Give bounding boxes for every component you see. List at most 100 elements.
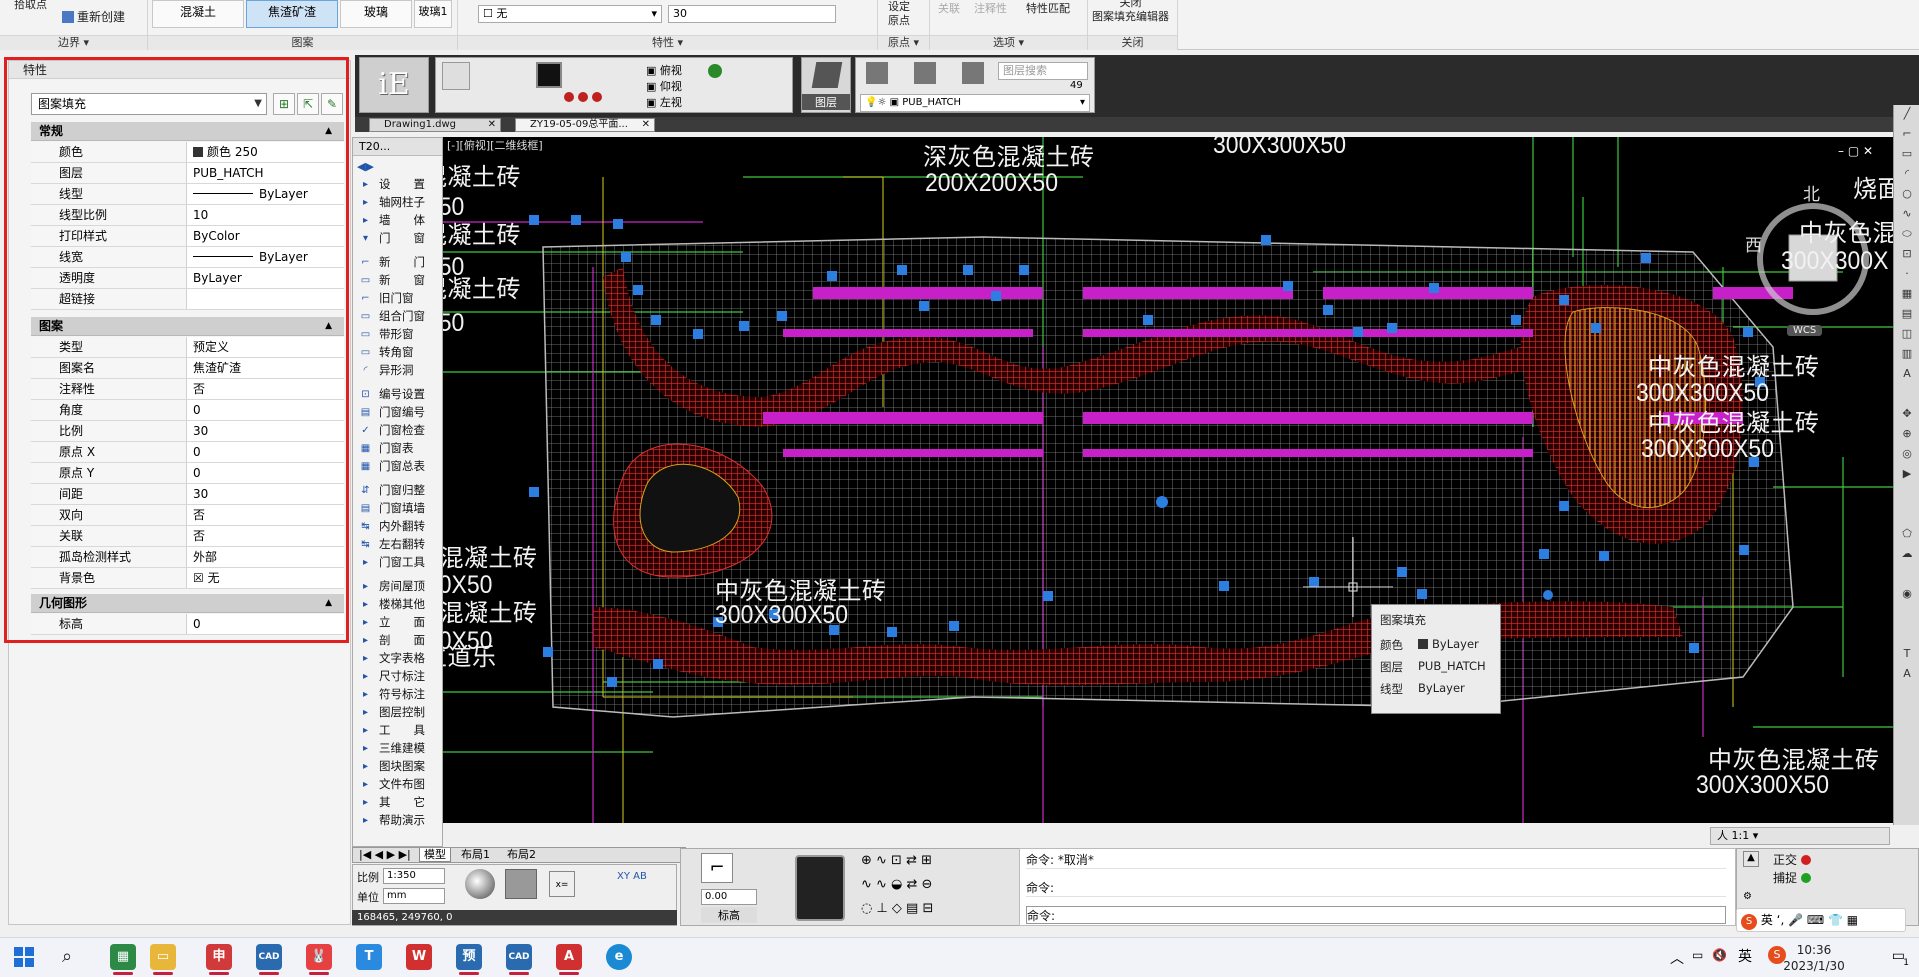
property-row-pattern-8[interactable]: 双向否 xyxy=(31,505,344,526)
property-value[interactable]: 0 xyxy=(189,614,344,634)
draw-line-icon[interactable]: ╱ xyxy=(1899,107,1915,123)
t20-menu-item[interactable]: ↹ 内外翻转 xyxy=(355,518,441,535)
rabbit-app-icon[interactable]: 🐰 xyxy=(306,944,332,975)
property-value[interactable]: ByLayer xyxy=(189,184,344,204)
brush-icon[interactable] xyxy=(442,62,470,90)
point-icon[interactable]: · xyxy=(1899,267,1915,283)
property-value[interactable]: 10 xyxy=(189,205,344,225)
t20-menu-item[interactable]: ▸ 立 面 xyxy=(355,614,441,631)
ribbon-group-title-origin[interactable]: 原点 ▾ xyxy=(878,35,929,50)
t20-menu-item[interactable]: ▦ 门窗表 xyxy=(355,440,441,457)
property-value[interactable]: 0 xyxy=(189,400,344,420)
command-input[interactable]: 命令: xyxy=(1026,906,1726,924)
t20-menu-item[interactable]: ◜ 异形洞 xyxy=(355,362,441,379)
property-row-pattern-9[interactable]: 关联否 xyxy=(31,526,344,547)
tab-layout2[interactable]: 布局2 xyxy=(503,848,540,862)
polyline-icon[interactable]: ⌐ xyxy=(1899,127,1915,143)
property-value[interactable]: ByColor xyxy=(189,226,344,246)
current-layer-select[interactable]: 💡☼ ▣ PUB_HATCH ▾ xyxy=(860,94,1090,112)
t20-menu-item[interactable]: ⇵ 门窗归整 xyxy=(355,482,441,499)
text-icon[interactable]: T xyxy=(1899,647,1915,663)
ribbon-group-title-boundary[interactable]: 边界 ▾ xyxy=(0,35,147,50)
property-value[interactable]: ByLayer xyxy=(189,268,344,288)
spline-icon[interactable]: ∿ xyxy=(1899,207,1915,223)
unit-select[interactable]: mm xyxy=(383,888,445,904)
doc-tab-drawing1[interactable]: Drawing1.dwg ✕ xyxy=(369,118,501,132)
property-row-pattern-6[interactable]: 原点 Y 0 xyxy=(31,463,344,484)
view-left-button[interactable]: ▣ 左视 xyxy=(646,94,682,110)
select-objects-icon[interactable]: ⇱ xyxy=(297,93,319,115)
property-row-pattern-5[interactable]: 原点 X 0 xyxy=(31,442,344,463)
section-general[interactable]: 常规 ▲ xyxy=(31,122,344,141)
app-red-icon[interactable]: 申 xyxy=(206,944,232,975)
t20-menu-item[interactable]: ▸ 三维建模 xyxy=(355,740,441,757)
pattern-swatch-3[interactable]: 玻璃 xyxy=(340,0,412,28)
t20-menu-item[interactable]: ⊡ 编号设置 xyxy=(355,386,441,403)
globe-icon[interactable] xyxy=(465,869,495,899)
property-value[interactable]: 否 xyxy=(189,505,344,525)
object-type-select[interactable]: 图案填充 ▼ xyxy=(31,93,267,115)
property-value[interactable]: PUB_HATCH xyxy=(189,163,344,183)
stop-icon[interactable] xyxy=(592,92,602,102)
property-value[interactable]: 颜色 250 xyxy=(189,142,344,162)
property-row-general-7[interactable]: 超链接 xyxy=(31,289,344,310)
region-icon[interactable]: ◫ xyxy=(1899,327,1915,343)
wcs-menu[interactable]: WCS xyxy=(1787,325,1823,336)
t20-menu-item[interactable]: ▭ 带形窗 xyxy=(355,326,441,343)
section-geometry[interactable]: 几何图形 ▲ xyxy=(31,594,344,613)
t20-menu-item[interactable]: ⌐ 新 门 xyxy=(355,254,441,271)
ellipse-icon[interactable]: ⬭ xyxy=(1899,227,1915,243)
polygon-icon[interactable]: ⬠ xyxy=(1899,527,1915,543)
t20-menu-item[interactable]: ▸ 帮助演示 xyxy=(355,812,441,829)
t20-menu-item[interactable]: ▸ 其 它 xyxy=(355,794,441,811)
annotative-button[interactable]: 注释性 xyxy=(974,0,1007,16)
property-row-general-5[interactable]: 线宽 ByLayer xyxy=(31,247,344,268)
layer-button[interactable]: 图层 xyxy=(801,57,851,113)
t20-menu-item[interactable]: ▸ 文字表格 xyxy=(355,650,441,667)
t20-menu-item[interactable]: ▸ 设 置 xyxy=(355,176,441,193)
t20-menu-item[interactable]: ▭ 转角窗 xyxy=(355,344,441,361)
layer-match-icon[interactable] xyxy=(962,62,984,84)
property-row-general-6[interactable]: 透明度 ByLayer xyxy=(31,268,344,289)
tray-expand-icon[interactable]: ︿ xyxy=(1670,948,1684,968)
layer-search-input[interactable]: 图层搜索 xyxy=(998,62,1088,80)
t20-menu-item[interactable]: ▾ 门 窗 xyxy=(355,230,441,247)
view-bottom-button[interactable]: ▣ 仰视 xyxy=(646,78,682,94)
close-icon[interactable]: ✕ xyxy=(642,119,650,131)
calculator-icon[interactable] xyxy=(795,855,845,921)
t20-menu-item[interactable]: ▸ 符号标注 xyxy=(355,686,441,703)
circle-icon[interactable]: ○ xyxy=(1899,187,1915,203)
match-properties-button[interactable]: 特性匹配 xyxy=(1026,0,1070,16)
calculator-app-icon[interactable]: ▦ xyxy=(110,944,136,975)
t20-menu-item[interactable]: ✓ 门窗检查 xyxy=(355,422,441,439)
snap-icon[interactable]: ⊕ ∿ ⊡ ⇄ ⊞ xyxy=(861,853,932,868)
t-app-icon[interactable]: T xyxy=(356,944,382,970)
print-setup-icon[interactable] xyxy=(505,869,537,899)
snap-icon[interactable]: ◌ ⊥ ◇ ▤ ⊟ xyxy=(861,901,933,916)
recreate-button[interactable]: 重新创建 xyxy=(62,8,125,25)
donut-icon[interactable]: ◉ xyxy=(1899,587,1915,603)
t20-menu-item[interactable]: ▭ 新 窗 xyxy=(355,272,441,289)
tab-layout1[interactable]: 布局1 xyxy=(457,848,494,862)
t20-menu-item[interactable]: ▤ 门窗填墙 xyxy=(355,500,441,517)
revcloud-icon[interactable]: ☁ xyxy=(1899,547,1915,563)
viewport-icon[interactable] xyxy=(536,62,562,88)
eye-icon[interactable] xyxy=(708,64,722,78)
property-row-general-2[interactable]: 线型 ByLayer xyxy=(31,184,344,205)
ortho-toggle[interactable]: 正交 xyxy=(1773,851,1812,868)
autocad-icon[interactable]: A xyxy=(556,944,582,975)
close-icon[interactable]: ✕ xyxy=(488,119,496,131)
t20-menu-item[interactable]: ▤ 门窗编号 xyxy=(355,404,441,421)
arc-icon[interactable]: ◜ xyxy=(1899,167,1915,183)
toggle-pickadd-icon[interactable]: ⊞ xyxy=(273,93,295,115)
property-value[interactable]: 外部 xyxy=(189,547,344,567)
scroll-up-icon[interactable]: ▲ xyxy=(1743,851,1759,867)
ribbon-group-title-options[interactable]: 选项 ▾ xyxy=(930,35,1087,50)
property-row-pattern-10[interactable]: 孤岛检测样式 外部 xyxy=(31,547,344,568)
set-origin-button[interactable]: 设定 原点 xyxy=(888,0,910,28)
cad-app-icon[interactable]: CAD xyxy=(506,944,532,975)
t20-menu-item[interactable]: ▸ 轴网柱子 xyxy=(355,194,441,211)
layer-state-icon[interactable] xyxy=(866,62,888,84)
property-value[interactable]: 30 xyxy=(189,484,344,504)
t20-menu-item[interactable]: ▸ 尺寸标注 xyxy=(355,668,441,685)
